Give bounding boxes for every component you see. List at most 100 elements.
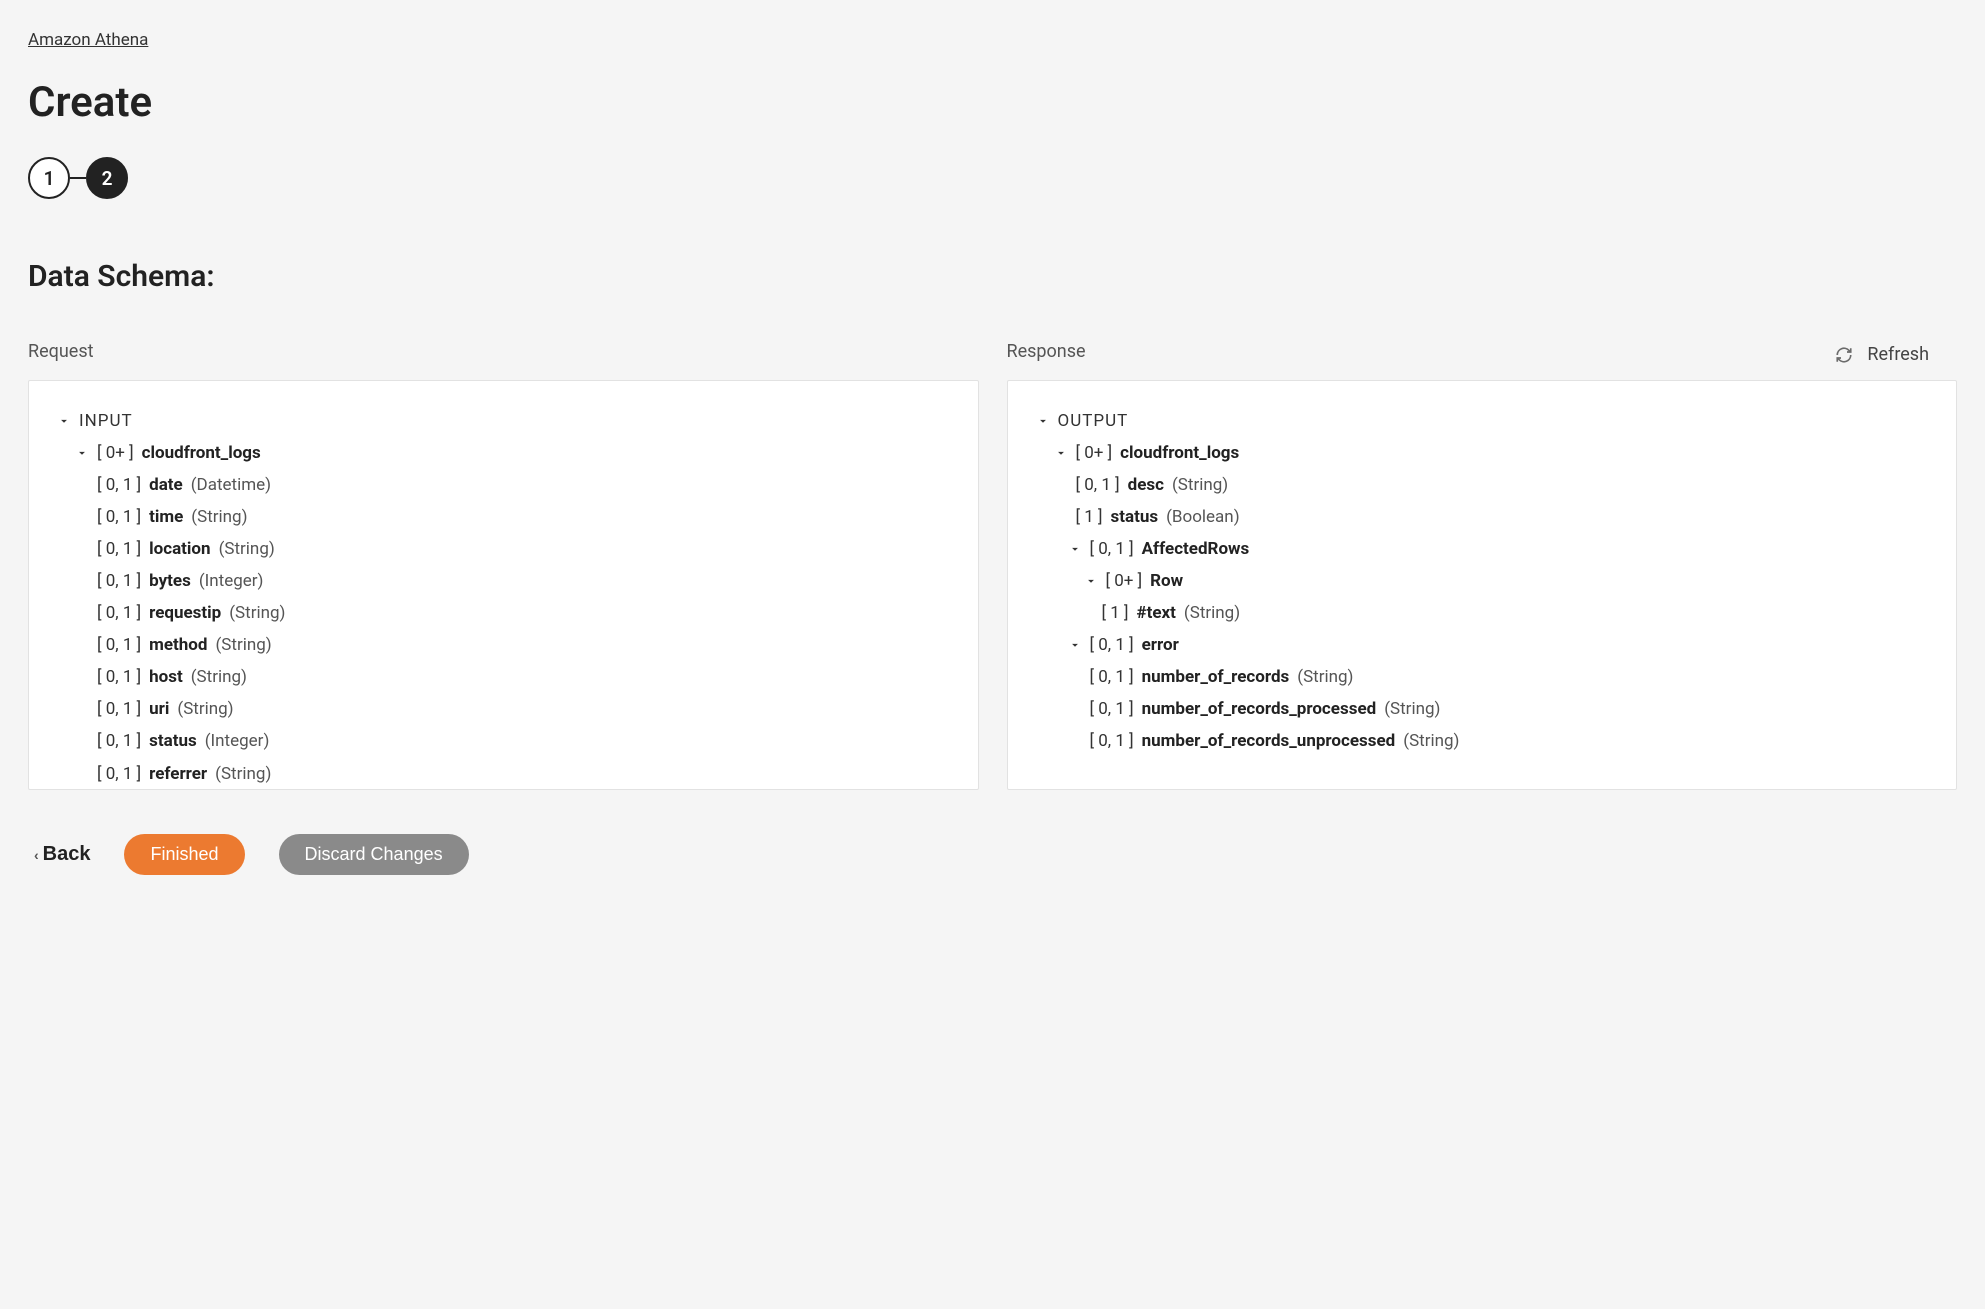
tree-group-affectedrows[interactable]: [ 0, 1 ] AffectedRows bbox=[1068, 533, 1929, 565]
tree-field[interactable]: [ 0, 1 ] date (Datetime) bbox=[97, 469, 950, 501]
cardinality-label: [ 0, 1 ] bbox=[1090, 695, 1134, 723]
finished-button[interactable]: Finished bbox=[124, 834, 244, 875]
step-1[interactable]: 1 bbox=[28, 157, 70, 199]
tree-field[interactable]: [ 0, 1 ] number_of_records_processed (St… bbox=[1090, 693, 1929, 725]
request-column: Request INPUT [ 0+ ] cloudfront_logs [ 0… bbox=[28, 341, 979, 790]
field-type: (Boolean) bbox=[1166, 503, 1240, 531]
cardinality-label: [ 0+ ] bbox=[1076, 439, 1113, 467]
field-name: number_of_records_unprocessed bbox=[1142, 727, 1396, 755]
field-type: (Datetime) bbox=[191, 471, 271, 499]
tree-field[interactable]: [ 0, 1 ] status (Integer) bbox=[97, 725, 950, 757]
tree-field[interactable]: [ 0, 1 ] host (String) bbox=[97, 661, 950, 693]
cardinality-label: [ 0, 1 ] bbox=[1090, 631, 1134, 659]
field-name: referrer bbox=[149, 760, 207, 788]
tree-root-output[interactable]: OUTPUT bbox=[1036, 405, 1929, 437]
chevron-down-icon bbox=[1068, 542, 1082, 556]
field-type: (String) bbox=[215, 760, 271, 788]
tree-field-status[interactable]: [ 1 ] status (Boolean) bbox=[1076, 501, 1929, 533]
field-name: uri bbox=[149, 695, 169, 723]
response-column: Response OUTPUT [ 0+ ] cloudfront_logs [… bbox=[1007, 341, 1958, 790]
field-name: date bbox=[149, 471, 183, 499]
field-type: (String) bbox=[1172, 471, 1228, 499]
field-name: number_of_records bbox=[1142, 663, 1290, 691]
group-name: cloudfront_logs bbox=[142, 439, 261, 467]
group-name: cloudfront_logs bbox=[1120, 439, 1239, 467]
field-type: (String) bbox=[215, 631, 271, 659]
response-panel: OUTPUT [ 0+ ] cloudfront_logs [ 0, 1 ] d… bbox=[1007, 380, 1958, 790]
field-name: location bbox=[149, 535, 210, 563]
group-name: AffectedRows bbox=[1142, 535, 1250, 563]
tree-field[interactable]: [ 0, 1 ] referrer (String) bbox=[97, 758, 950, 790]
field-type: (String) bbox=[191, 663, 247, 691]
cardinality-label: [ 0, 1 ] bbox=[97, 631, 141, 659]
field-type: (String) bbox=[219, 535, 275, 563]
request-panel: INPUT [ 0+ ] cloudfront_logs [ 0, 1 ] da… bbox=[28, 380, 979, 790]
tree-field[interactable]: [ 0, 1 ] requestip (String) bbox=[97, 597, 950, 629]
field-type: (String) bbox=[1184, 599, 1240, 627]
tree-field[interactable]: [ 0, 1 ] time (String) bbox=[97, 501, 950, 533]
group-name: error bbox=[1142, 631, 1179, 659]
tree-group-cloudfront-logs[interactable]: [ 0+ ] cloudfront_logs bbox=[1054, 437, 1929, 469]
field-name: number_of_records_processed bbox=[1142, 695, 1377, 723]
chevron-down-icon bbox=[57, 414, 71, 428]
back-label: Back bbox=[43, 843, 91, 866]
tree-group-error[interactable]: [ 0, 1 ] error bbox=[1068, 629, 1929, 661]
cardinality-label: [ 1 ] bbox=[1102, 599, 1129, 627]
step-connector bbox=[70, 177, 86, 179]
request-label: Request bbox=[28, 341, 979, 362]
page-title: Create bbox=[28, 78, 1957, 127]
group-name: Row bbox=[1150, 567, 1183, 595]
section-title: Data Schema: bbox=[28, 259, 1957, 294]
step-2[interactable]: 2 bbox=[86, 157, 128, 199]
chevron-down-icon bbox=[1036, 414, 1050, 428]
cardinality-label: [ 0, 1 ] bbox=[1076, 471, 1120, 499]
cardinality-label: [ 0+ ] bbox=[97, 439, 134, 467]
field-type: (String) bbox=[1297, 663, 1353, 691]
field-type: (String) bbox=[1403, 727, 1459, 755]
response-label: Response bbox=[1007, 341, 1958, 362]
discard-button[interactable]: Discard Changes bbox=[279, 834, 469, 875]
field-type: (Integer) bbox=[199, 567, 264, 595]
chevron-down-icon bbox=[75, 446, 89, 460]
back-button[interactable]: ‹ Back bbox=[34, 843, 90, 866]
tree-field[interactable]: [ 0, 1 ] number_of_records_unprocessed (… bbox=[1090, 725, 1929, 757]
tree-root-input[interactable]: INPUT bbox=[57, 405, 950, 437]
tree-field[interactable]: [ 0, 1 ] bytes (Integer) bbox=[97, 565, 950, 597]
chevron-down-icon bbox=[1084, 574, 1098, 588]
cardinality-label: [ 0, 1 ] bbox=[97, 471, 141, 499]
cardinality-label: [ 1 ] bbox=[1076, 503, 1103, 531]
cardinality-label: [ 0, 1 ] bbox=[1090, 727, 1134, 755]
cardinality-label: [ 0, 1 ] bbox=[97, 760, 141, 788]
cardinality-label: [ 0, 1 ] bbox=[97, 535, 141, 563]
cardinality-label: [ 0, 1 ] bbox=[1090, 535, 1134, 563]
tree-field[interactable]: [ 0, 1 ] location (String) bbox=[97, 533, 950, 565]
cardinality-label: [ 0, 1 ] bbox=[97, 503, 141, 531]
tree-field-text[interactable]: [ 1 ] #text (String) bbox=[1102, 597, 1929, 629]
field-name: desc bbox=[1128, 471, 1164, 499]
cardinality-label: [ 0, 1 ] bbox=[97, 599, 141, 627]
tree-root-label: INPUT bbox=[79, 407, 133, 435]
field-type: (Integer) bbox=[205, 727, 270, 755]
cardinality-label: [ 0, 1 ] bbox=[97, 567, 141, 595]
cardinality-label: [ 0, 1 ] bbox=[97, 663, 141, 691]
field-name: #text bbox=[1137, 599, 1176, 627]
field-name: bytes bbox=[149, 567, 191, 595]
tree-group-row[interactable]: [ 0+ ] Row bbox=[1084, 565, 1929, 597]
tree-field[interactable]: [ 0, 1 ] number_of_records (String) bbox=[1090, 661, 1929, 693]
tree-group-cloudfront-logs[interactable]: [ 0+ ] cloudfront_logs bbox=[75, 437, 950, 469]
tree-field[interactable]: [ 0, 1 ] uri (String) bbox=[97, 693, 950, 725]
chevron-left-icon: ‹ bbox=[34, 847, 39, 863]
tree-field[interactable]: [ 0, 1 ] method (String) bbox=[97, 629, 950, 661]
field-name: requestip bbox=[149, 599, 221, 627]
cardinality-label: [ 0, 1 ] bbox=[1090, 663, 1134, 691]
cardinality-label: [ 0, 1 ] bbox=[97, 695, 141, 723]
field-name: time bbox=[149, 503, 183, 531]
field-name: status bbox=[1111, 503, 1159, 531]
field-type: (String) bbox=[1384, 695, 1440, 723]
stepper: 1 2 bbox=[28, 157, 1957, 199]
breadcrumb-link[interactable]: Amazon Athena bbox=[28, 30, 148, 50]
tree-root-label: OUTPUT bbox=[1058, 407, 1129, 435]
cardinality-label: [ 0+ ] bbox=[1106, 567, 1143, 595]
footer-actions: ‹ Back Finished Discard Changes bbox=[28, 834, 1957, 875]
tree-field-desc[interactable]: [ 0, 1 ] desc (String) bbox=[1076, 469, 1929, 501]
